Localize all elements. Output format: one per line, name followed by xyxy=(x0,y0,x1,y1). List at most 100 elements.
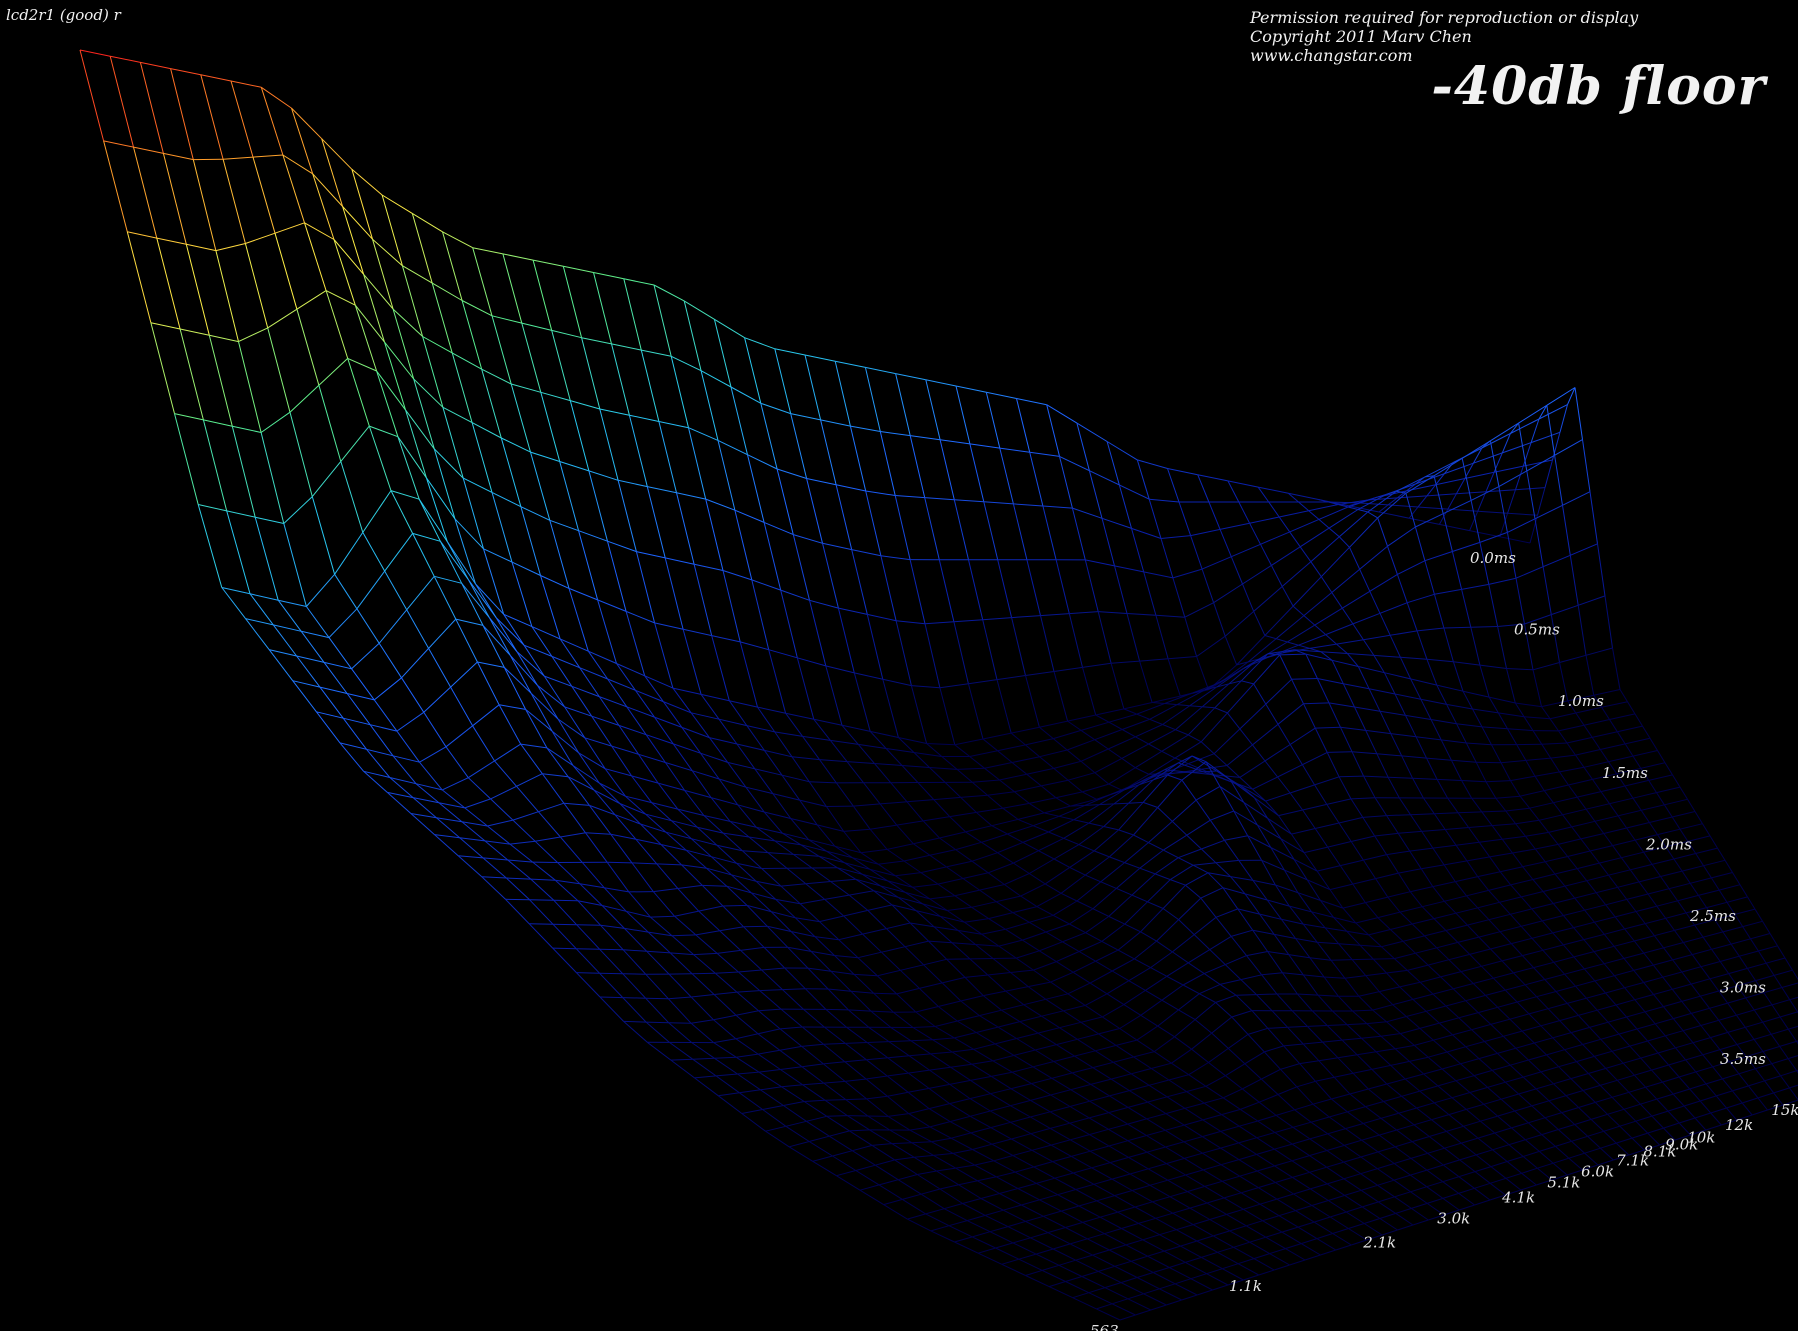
mesh-line-frequency xyxy=(1638,881,1649,895)
mesh-line-frequency xyxy=(857,744,875,764)
mesh-line-time xyxy=(1145,975,1168,991)
mesh-line-time xyxy=(650,915,675,918)
mesh-line-frequency xyxy=(1764,1080,1775,1094)
mesh-line-time xyxy=(198,504,227,512)
mesh-line-frequency xyxy=(800,844,820,857)
mesh-line-frequency xyxy=(984,1214,1009,1228)
mesh-line-frequency xyxy=(1025,675,1040,728)
mesh-line-time xyxy=(1789,1084,1798,1089)
mesh-line-frequency xyxy=(1491,1070,1506,1083)
mesh-line-frequency xyxy=(1354,706,1367,731)
mesh-line-frequency xyxy=(481,876,506,900)
mesh-line-frequency xyxy=(925,1213,950,1227)
mesh-line-time xyxy=(1185,1169,1204,1176)
mesh-line-frequency xyxy=(1470,500,1481,543)
mesh-line-time xyxy=(1253,586,1283,612)
mesh-line-time xyxy=(1542,885,1566,892)
mesh-line-time xyxy=(763,521,794,536)
mesh-line-time xyxy=(1548,1095,1567,1102)
mesh-line-time xyxy=(1282,972,1304,976)
mesh-line-time xyxy=(1492,1144,1510,1151)
mesh-line-frequency xyxy=(1161,999,1179,1011)
mesh-line-frequency xyxy=(878,1184,903,1200)
mesh-line-time xyxy=(1160,535,1191,539)
mesh-line-time xyxy=(930,1051,953,1055)
mesh-line-frequency xyxy=(1547,1008,1561,1021)
mesh-line-time xyxy=(949,1115,971,1123)
mesh-line-time xyxy=(838,933,863,941)
mesh-line-time xyxy=(939,831,966,839)
mesh-line-time xyxy=(1338,943,1361,946)
mesh-line-time xyxy=(823,1061,845,1065)
mesh-line-time xyxy=(783,1101,805,1106)
mesh-line-time xyxy=(846,761,875,764)
mesh-line-time xyxy=(1085,559,1115,567)
mesh-line-frequency xyxy=(1240,979,1257,995)
mesh-line-frequency xyxy=(1039,1199,1062,1212)
mesh-line-frequency xyxy=(1612,647,1621,690)
mesh-line-frequency xyxy=(982,619,998,680)
mesh-line-frequency xyxy=(1113,802,1129,805)
mesh-line-frequency xyxy=(1238,1159,1258,1172)
mesh-line-time xyxy=(1568,1152,1585,1159)
mesh-line-frequency xyxy=(1465,742,1477,763)
mesh-line-time xyxy=(482,857,508,861)
mesh-line-time xyxy=(1302,803,1327,811)
mesh-line-time xyxy=(1081,1270,1099,1277)
mesh-line-time xyxy=(1641,804,1665,811)
mesh-line-time xyxy=(828,988,851,992)
mesh-line-frequency xyxy=(640,349,660,422)
mesh-line-time xyxy=(838,607,868,615)
mesh-line-time xyxy=(1209,1213,1227,1220)
mesh-line-frequency xyxy=(1452,1034,1467,1048)
mesh-line-frequency xyxy=(991,1143,1014,1156)
mesh-line-time xyxy=(1609,797,1634,805)
mesh-line-time xyxy=(1239,760,1266,778)
mesh-line-frequency xyxy=(891,904,911,924)
mesh-line-frequency xyxy=(990,1110,1011,1123)
mesh-line-frequency xyxy=(1133,1056,1152,1069)
mesh-line-time xyxy=(1037,1027,1060,1034)
mesh-line-frequency xyxy=(1647,893,1658,907)
mesh-line-frequency xyxy=(1375,878,1389,898)
mesh-line-frequency xyxy=(1493,977,1506,991)
mesh-line-frequency xyxy=(1220,1147,1240,1161)
mesh-line-time xyxy=(1204,964,1226,975)
mesh-line-time xyxy=(929,767,958,770)
mesh-line-time xyxy=(1656,786,1681,794)
mesh-line-frequency xyxy=(1406,602,1418,632)
mesh-line-frequency xyxy=(1619,689,1628,702)
mesh-line-time xyxy=(1011,615,1041,619)
mesh-line-time xyxy=(1429,1130,1447,1137)
mesh-line-time xyxy=(1104,1282,1122,1289)
mesh-line-frequency xyxy=(1175,729,1189,736)
mesh-line-time xyxy=(722,570,752,581)
mesh-line-frequency xyxy=(1145,989,1163,1001)
mesh-line-time xyxy=(780,1026,803,1030)
mesh-line-frequency xyxy=(1184,617,1198,657)
mesh-line-time xyxy=(999,447,1030,453)
mesh-line-time xyxy=(806,1115,827,1122)
mesh-line-time xyxy=(1589,1021,1609,1028)
mesh-line-frequency xyxy=(1178,501,1192,536)
mesh-line-frequency xyxy=(1292,605,1305,616)
mesh-line-time xyxy=(1672,811,1696,818)
mesh-line-time xyxy=(929,895,955,900)
mesh-line-frequency xyxy=(1243,1208,1263,1222)
mesh-line-frequency xyxy=(809,600,827,667)
mesh-line-frequency xyxy=(1633,940,1645,954)
mesh-line-time xyxy=(1089,470,1120,486)
mesh-line-time xyxy=(1023,998,1046,1006)
mesh-line-frequency xyxy=(1399,657,1412,680)
mesh-line-frequency xyxy=(1564,973,1576,987)
mesh-line-time xyxy=(1533,961,1554,969)
mesh-line-time xyxy=(1607,1108,1625,1115)
mesh-line-time xyxy=(1618,1028,1638,1035)
mesh-line-frequency xyxy=(578,530,599,601)
mesh-line-frequency xyxy=(1095,960,1113,972)
mesh-line-frequency xyxy=(1108,721,1123,730)
mesh-line-time xyxy=(1222,1088,1243,1099)
mesh-line-frequency xyxy=(1494,1132,1510,1146)
mesh-line-frequency xyxy=(1045,931,1063,943)
mesh-line-frequency xyxy=(1343,1161,1361,1175)
